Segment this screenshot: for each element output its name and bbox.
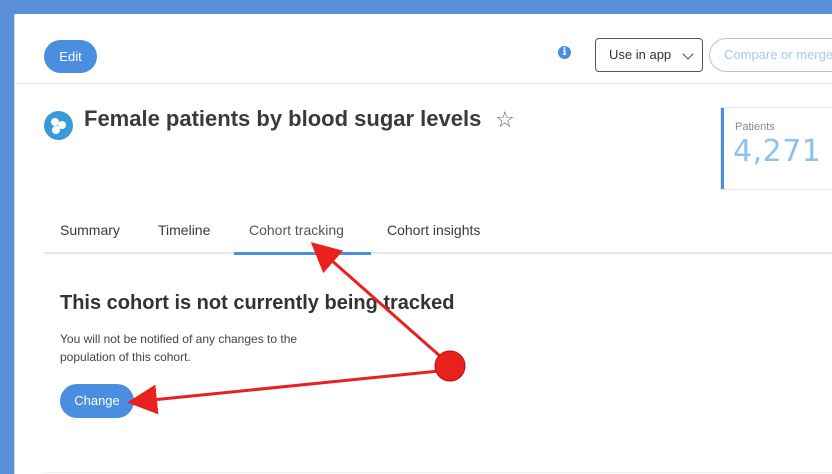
patients-count-card: Patients 4,271 (721, 108, 832, 189)
change-button[interactable]: Change (60, 384, 134, 418)
chevron-down-icon (682, 48, 694, 60)
cohort-panel: Edit i Use in app Compare or merge Femal… (14, 14, 832, 474)
use-in-app-label: Use in app (609, 47, 672, 62)
divider (44, 472, 832, 473)
tab-summary[interactable]: Summary (60, 216, 120, 254)
compare-or-merge-button[interactable]: Compare or merge (709, 38, 832, 72)
star-icon[interactable]: ☆ (495, 109, 519, 133)
window-frame-top (0, 0, 832, 14)
active-tab-indicator (234, 252, 371, 255)
info-icon[interactable]: i (558, 46, 571, 59)
tracking-status-title: This cohort is not currently being track… (60, 292, 455, 314)
use-in-app-dropdown[interactable]: Use in app (595, 38, 703, 72)
tracking-status-description: You will not be notified of any changes … (60, 332, 298, 364)
cohort-icon (44, 111, 73, 140)
edit-button[interactable]: Edit (44, 40, 97, 73)
tab-bar: Summary Timeline Cohort tracking Cohort … (44, 216, 832, 255)
patients-label: Patients (735, 121, 775, 133)
toolbar: Edit i Use in app Compare or merge (15, 14, 832, 84)
window-frame-left (0, 0, 14, 474)
tab-cohort-tracking[interactable]: Cohort tracking (249, 216, 344, 254)
page-title: Female patients by blood sugar levels (84, 106, 482, 131)
tab-timeline[interactable]: Timeline (158, 216, 210, 254)
patients-count: 4,271 (733, 134, 822, 169)
tab-cohort-insights[interactable]: Cohort insights (387, 216, 480, 254)
